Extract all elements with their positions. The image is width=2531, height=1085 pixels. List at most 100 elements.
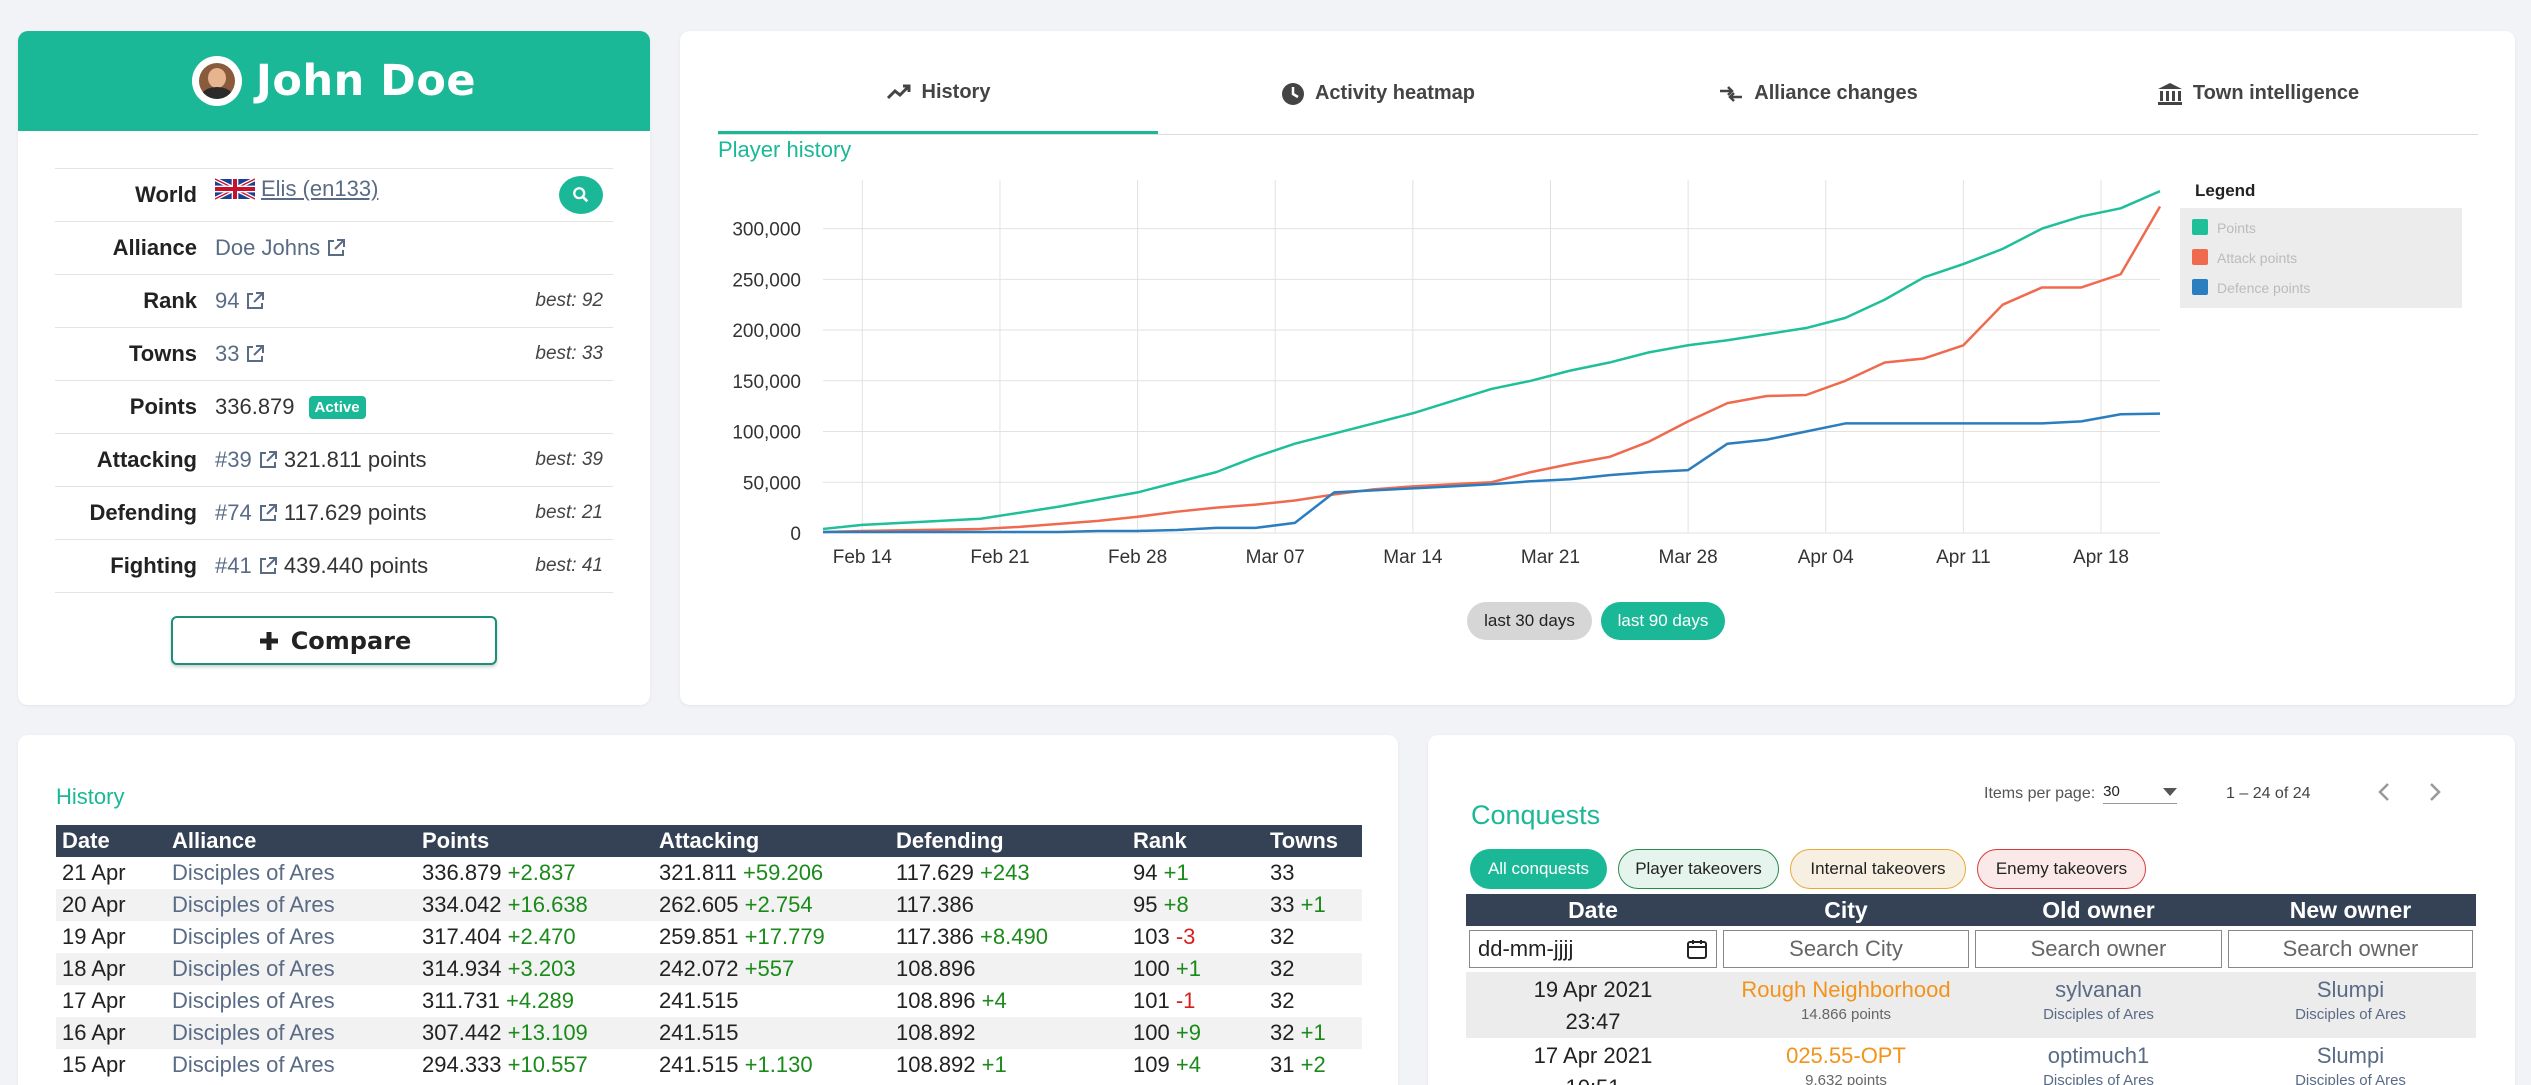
conquest-new-alliance-link[interactable]: Disciples of Ares <box>2225 1072 2476 1085</box>
history-cell-towns: 32 <box>1264 985 1362 1017</box>
next-page-button[interactable] <box>2428 779 2442 810</box>
history-alliance-value: Disciples of Ares <box>172 860 335 885</box>
items-per-page-value: 30 <box>2103 783 2120 800</box>
chart-card: History Activity heatmap Alliance change… <box>680 31 2515 705</box>
history-cell-def: 108.892 <box>890 1017 1127 1049</box>
conquest-new-owner-link[interactable]: Slumpi <box>2225 974 2476 1006</box>
conquest-new-owner-link[interactable]: Slumpi <box>2225 1040 2476 1072</box>
conquest-old-owner-link[interactable]: sylvanan <box>1972 974 2225 1006</box>
history-att-value: 241.515 <box>659 1052 739 1077</box>
alliance-row: Alliance Doe Johns <box>55 221 613 275</box>
items-per-page-select[interactable]: 30 <box>2103 783 2178 804</box>
history-cell-alliance[interactable]: Disciples of Ares <box>166 1049 416 1081</box>
date-filter-input[interactable]: dd-mm-jjjj <box>1469 930 1717 968</box>
chevron-left-icon <box>2378 783 2389 801</box>
defending-rank-link[interactable]: #74 <box>215 500 252 525</box>
compare-button[interactable]: Compare <box>171 616 497 665</box>
external-link-icon[interactable] <box>245 291 265 311</box>
conquest-old-alliance-link[interactable]: Disciples of Ares <box>1972 1072 2225 1085</box>
filter-internal-takeovers[interactable]: Internal takeovers <box>1790 849 1966 889</box>
col-new-owner[interactable]: New owner <box>2225 894 2476 926</box>
external-link-icon[interactable] <box>258 450 278 470</box>
col-date[interactable]: Date <box>56 825 166 857</box>
conquest-old-alliance-link[interactable]: Disciples of Ares <box>1972 1006 2225 1023</box>
items-per-page-label: Items per page: <box>1984 784 2096 802</box>
history-cell-alliance[interactable]: Disciples of Ares <box>166 985 416 1017</box>
legend-title: Legend <box>2195 181 2255 200</box>
history-points-value: 317.404 <box>422 924 502 949</box>
history-points-value: 334.042 <box>422 892 502 917</box>
world-link[interactable]: Elis (en133) <box>261 176 378 201</box>
towns-best: best: 33 <box>535 343 603 364</box>
conquest-city-link[interactable]: Rough Neighborhood <box>1720 974 1972 1006</box>
y-tick-label: 0 <box>790 524 801 545</box>
col-rank[interactable]: Rank <box>1127 825 1264 857</box>
attacking-rank-link[interactable]: #39 <box>215 447 252 472</box>
external-link-icon[interactable] <box>258 503 278 523</box>
items-per-page: Items per page: 30 <box>1984 783 2178 804</box>
conquest-new-alliance-link[interactable]: Disciples of Ares <box>2225 1006 2476 1023</box>
chevron-right-icon <box>2430 783 2441 801</box>
history-header-row: Date Alliance Points Attacking Defending… <box>56 825 1362 857</box>
search-icon <box>573 187 589 203</box>
conquest-cell: 19 Apr 2021 23:47 <box>1466 972 1720 1038</box>
col-points[interactable]: Points <box>416 825 653 857</box>
calendar-icon[interactable] <box>1686 938 1708 960</box>
history-card: History Date Alliance Points Attacking D… <box>18 735 1398 1085</box>
history-att-value: 242.072 <box>659 956 739 981</box>
history-towns-delta: +1 <box>1300 1020 1326 1045</box>
history-cell-towns: 32 +1 <box>1264 1017 1362 1049</box>
conquest-city-link[interactable]: 025.55-OPT <box>1720 1040 1972 1072</box>
history-date-value: 21 Apr <box>62 860 126 885</box>
attacking-label: Attacking <box>96 447 197 472</box>
history-cell-att: 321.811 +59.206 <box>653 857 890 889</box>
col-alliance[interactable]: Alliance <box>166 825 416 857</box>
profile-header: John Doe <box>18 31 650 131</box>
col-towns[interactable]: Towns <box>1264 825 1362 857</box>
history-points-value: 294.333 <box>422 1052 502 1077</box>
history-cell-alliance[interactable]: Disciples of Ares <box>166 921 416 953</box>
col-old-owner[interactable]: Old owner <box>1972 894 2225 926</box>
new-owner-search-input[interactable]: Search owner <box>2228 930 2473 968</box>
rank-link[interactable]: 94 <box>215 288 239 313</box>
city-search-input[interactable]: Search City <box>1723 930 1969 968</box>
history-rank-value: 95 <box>1133 892 1158 917</box>
col-attacking[interactable]: Attacking <box>653 825 890 857</box>
last-90-days-button[interactable]: last 90 days <box>1601 602 1725 640</box>
world-search-button[interactable] <box>559 176 603 214</box>
fighting-points: 439.440 points <box>283 553 429 578</box>
conquests-filter-row: dd-mm-jjjj Search City Search owner Sear… <box>1466 926 2476 972</box>
history-cell-alliance[interactable]: Disciples of Ares <box>166 1017 416 1049</box>
filter-all-conquests[interactable]: All conquests <box>1470 849 1607 889</box>
x-tick-label: Apr 11 <box>1936 547 1991 568</box>
legend-swatch <box>2192 219 2208 235</box>
filter-player-takeovers[interactable]: Player takeovers <box>1618 849 1779 889</box>
attacking-row: Attacking #39 321.811 points best: 39 <box>55 433 613 487</box>
history-rank-delta: -1 <box>1175 988 1196 1013</box>
history-points-value: 307.442 <box>422 1020 502 1045</box>
history-cell-alliance[interactable]: Disciples of Ares <box>166 889 416 921</box>
col-conquest-date[interactable]: Date <box>1466 894 1720 926</box>
filter-enemy-takeovers[interactable]: Enemy takeovers <box>1977 849 2146 889</box>
external-link-icon[interactable] <box>245 344 265 364</box>
col-conquest-city[interactable]: City <box>1720 894 1972 926</box>
x-tick-label: Mar 07 <box>1246 547 1305 568</box>
towns-link[interactable]: 33 <box>215 341 239 366</box>
history-towns-value: 32 <box>1270 988 1295 1013</box>
external-link-icon[interactable] <box>258 556 278 576</box>
conquest-cell: 17 Apr 2021 10:51 <box>1466 1038 1720 1085</box>
external-link-icon[interactable] <box>326 238 346 258</box>
conquest-old-owner-link[interactable]: optimuch1 <box>1972 1040 2225 1072</box>
history-cell-alliance[interactable]: Disciples of Ares <box>166 953 416 985</box>
history-cell-alliance[interactable]: Disciples of Ares <box>166 857 416 889</box>
alliance-link[interactable]: Doe Johns <box>215 235 320 260</box>
conquest-date: 17 Apr 2021 <box>1533 1043 1653 1068</box>
history-cell-points: 317.404 +2.470 <box>416 921 653 953</box>
fighting-rank-link[interactable]: #41 <box>215 553 252 578</box>
last-30-days-button[interactable]: last 30 days <box>1467 602 1592 640</box>
col-defending[interactable]: Defending <box>890 825 1127 857</box>
old-owner-search-input[interactable]: Search owner <box>1975 930 2222 968</box>
history-def-value: 117.629 <box>896 860 974 885</box>
history-towns-value: 32 <box>1270 1020 1295 1045</box>
previous-page-button[interactable] <box>2377 779 2391 810</box>
